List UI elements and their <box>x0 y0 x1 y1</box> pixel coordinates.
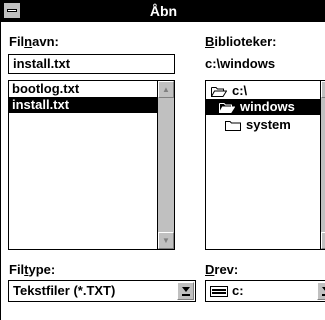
file-list-item-selected[interactable]: install.txt <box>9 97 174 113</box>
file-list[interactable]: bootlog.txt install.txt ▲ ▼ <box>8 80 175 250</box>
drive-value: c: <box>210 281 244 301</box>
filetype-value: Tekstfiler (*.TXT) <box>13 283 116 298</box>
directory-list[interactable]: c:\ windows system ▲ ▼ <box>205 80 325 250</box>
current-path: c:\windows <box>205 56 276 71</box>
directory-list-scrollbar[interactable]: ▲ ▼ <box>320 81 325 249</box>
file-list-scrollbar[interactable]: ▲ ▼ <box>157 81 174 249</box>
open-dialog: Åbn Filnavn: install.txt Biblioteker: c:… <box>0 0 325 320</box>
dir-item-root[interactable]: c:\ <box>208 83 247 99</box>
directories-label: Biblioteker: <box>205 34 277 49</box>
filename-label: Filnavn: <box>9 34 59 49</box>
dir-item-system[interactable]: system <box>222 117 291 133</box>
open-folder-icon <box>219 103 235 114</box>
window-title: Åbn <box>149 3 178 19</box>
scroll-up-arrow-icon[interactable]: ▲ <box>158 81 174 98</box>
scroll-down-arrow-icon[interactable]: ▼ <box>158 232 174 249</box>
open-folder-icon <box>211 87 227 98</box>
dialog-body: Filnavn: install.txt Biblioteker: c:\win… <box>1 22 325 320</box>
filetype-dropdown[interactable]: Tekstfiler (*.TXT) <box>8 280 196 302</box>
title-bar[interactable]: Åbn <box>1 0 325 22</box>
file-list-item[interactable]: bootlog.txt <box>9 81 174 97</box>
filetype-label: Filtype: <box>9 262 56 277</box>
scroll-up-arrow-icon[interactable]: ▲ <box>321 81 325 98</box>
scroll-down-arrow-icon[interactable]: ▼ <box>321 232 325 249</box>
drives-label: Drev: <box>205 262 239 277</box>
closed-folder-icon <box>225 121 241 132</box>
dropdown-arrow-icon[interactable] <box>177 282 194 300</box>
dropdown-arrow-icon[interactable] <box>317 282 325 300</box>
drives-dropdown[interactable]: c: <box>205 280 325 302</box>
filename-input[interactable]: install.txt <box>8 54 175 74</box>
drive-icon <box>210 286 228 298</box>
dir-item-selected[interactable]: windows <box>206 99 322 115</box>
